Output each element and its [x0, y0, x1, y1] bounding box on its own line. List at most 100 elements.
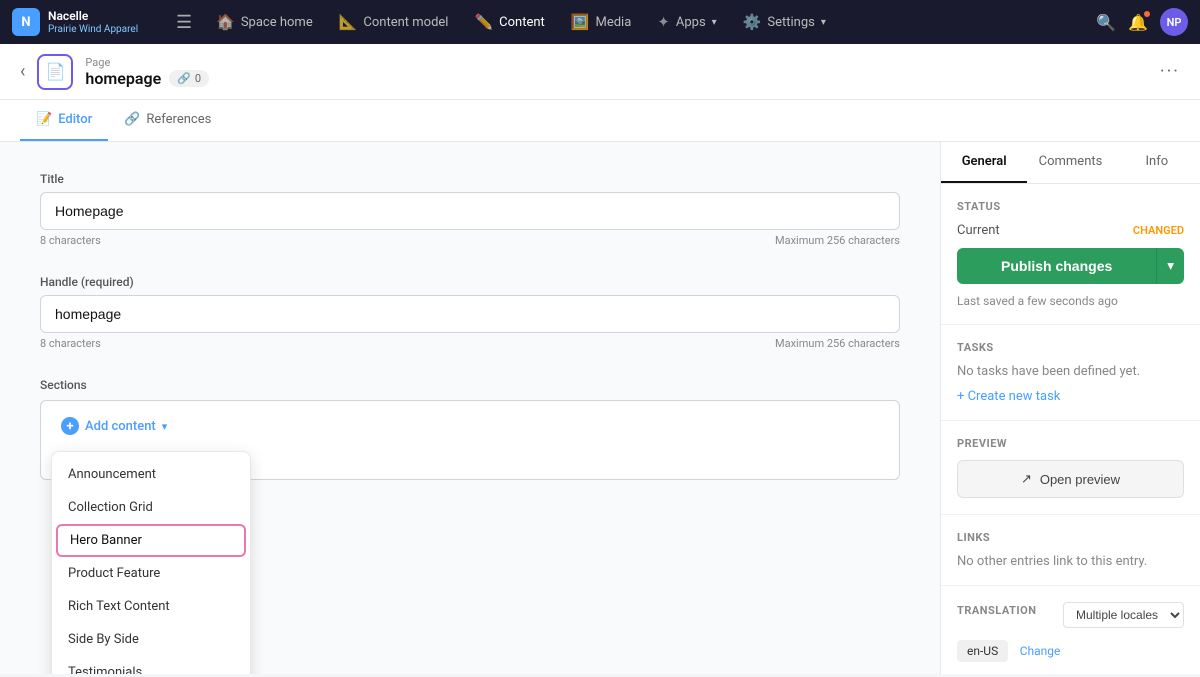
add-content-label: Add content	[85, 419, 156, 434]
publish-caret-button[interactable]: ▾	[1156, 248, 1184, 284]
panel-tab-general[interactable]: General	[941, 142, 1027, 183]
dropdown-item-testimonials[interactable]: Testimonials	[52, 656, 250, 674]
sections-field-group: Sections + Add content ▾ Announcement Co…	[40, 378, 900, 480]
open-preview-button[interactable]: ↗ Open preview	[957, 460, 1184, 498]
link-icon: 🔗	[177, 72, 191, 85]
tab-editor-label: Editor	[58, 112, 92, 127]
title-input[interactable]	[40, 192, 900, 230]
avatar[interactable]: NP	[1160, 8, 1188, 36]
open-preview-label: Open preview	[1040, 472, 1120, 487]
links-section: LINKS No other entries link to this entr…	[941, 515, 1200, 586]
badge-count: 0	[195, 72, 201, 85]
nav-item-content-model[interactable]: 📐 Content model	[327, 7, 461, 37]
links-empty-text: No other entries link to this entry.	[957, 554, 1184, 569]
handle-max-chars: Maximum 256 characters	[775, 337, 900, 350]
translation-select[interactable]: Multiple locales	[1063, 602, 1184, 628]
page-title-row: homepage 🔗 0	[85, 69, 209, 88]
back-button[interactable]: ‹	[20, 61, 25, 82]
editor-tab-icon: 📝	[36, 112, 52, 127]
dropdown-item-announcement[interactable]: Announcement	[52, 458, 250, 491]
publish-btn-row: Publish changes ▾	[957, 248, 1184, 284]
nav-label-content: Content	[499, 15, 545, 30]
handle-label: Handle (required)	[40, 275, 900, 289]
title-char-count: 8 characters	[40, 234, 101, 247]
panel-tab-info[interactable]: Info	[1114, 142, 1200, 183]
nav-item-space-home[interactable]: 🏠 Space home	[204, 7, 325, 37]
notifications-icon[interactable]: 🔔	[1128, 13, 1148, 32]
dropdown-item-hero-banner[interactable]: Hero Banner	[56, 524, 246, 557]
tab-editor[interactable]: 📝 Editor	[20, 100, 108, 141]
translation-section-title: TRANSLATION	[957, 604, 1036, 617]
current-label: Current	[957, 223, 1000, 238]
panel-tab-comments[interactable]: Comments	[1027, 142, 1113, 183]
dropdown-item-collection-grid[interactable]: Collection Grid	[52, 491, 250, 524]
preview-section: PREVIEW ↗ Open preview	[941, 421, 1200, 515]
brand: N Nacelle Prairie Wind Apparel	[12, 8, 172, 36]
links-section-title: LINKS	[957, 531, 1184, 544]
dropdown-item-side-by-side[interactable]: Side By Side	[52, 623, 250, 656]
add-content-caret-icon: ▾	[162, 420, 168, 433]
handle-input[interactable]	[40, 295, 900, 333]
nav-items: 🏠 Space home 📐 Content model ✏️ Content …	[204, 7, 1092, 37]
page-meta: Page homepage 🔗 0	[85, 56, 209, 88]
title-meta: 8 characters Maximum 256 characters	[40, 234, 900, 247]
brand-name: Nacelle	[48, 9, 138, 23]
nav-item-media[interactable]: 🖼️ Media	[559, 7, 644, 37]
tab-references-label: References	[146, 112, 211, 127]
add-content-dropdown: Announcement Collection Grid Hero Banner…	[51, 451, 251, 674]
sections-label: Sections	[40, 378, 900, 392]
handle-meta: 8 characters Maximum 256 characters	[40, 337, 900, 350]
translation-section: TRANSLATION Multiple locales en-US Chang…	[941, 586, 1200, 674]
apps-icon: ✦	[657, 13, 670, 31]
brand-icon: N	[12, 8, 40, 36]
brand-sub: Prairie Wind Apparel	[48, 24, 138, 35]
dropdown-item-product-feature[interactable]: Product Feature	[52, 557, 250, 590]
nav-item-settings[interactable]: ⚙️ Settings ▾	[731, 7, 838, 37]
status-row: Current CHANGED	[957, 223, 1184, 238]
apps-caret-icon: ▾	[712, 17, 717, 28]
nav-item-content[interactable]: ✏️ Content	[462, 7, 556, 37]
nav-label-space-home: Space home	[241, 15, 313, 30]
tab-references[interactable]: 🔗 References	[108, 100, 227, 141]
panel-tabs: General Comments Info	[941, 142, 1200, 184]
notification-dot	[1143, 10, 1151, 18]
search-icon[interactable]: 🔍	[1096, 13, 1116, 32]
saved-text: Last saved a few seconds ago	[957, 294, 1184, 308]
title-max-chars: Maximum 256 characters	[775, 234, 900, 247]
nav-label-apps: Apps	[676, 15, 706, 30]
changed-badge: CHANGED	[1133, 224, 1184, 237]
preview-section-title: PREVIEW	[957, 437, 1184, 450]
nav-label-content-model: Content model	[363, 15, 448, 30]
dropdown-item-rich-text-content[interactable]: Rich Text Content	[52, 590, 250, 623]
page-icon: 📄	[37, 54, 73, 90]
top-nav: N Nacelle Prairie Wind Apparel ☰ 🏠 Space…	[0, 0, 1200, 44]
status-section-title: STATUS	[957, 200, 1184, 213]
publish-button[interactable]: Publish changes	[957, 248, 1156, 284]
title-field-group: Title 8 characters Maximum 256 character…	[40, 172, 900, 247]
media-icon: 🖼️	[571, 13, 590, 31]
status-section: STATUS Current CHANGED Publish changes ▾…	[941, 184, 1200, 325]
locale-row: en-US Change	[957, 640, 1184, 662]
more-options-button[interactable]: ···	[1160, 61, 1180, 82]
handle-char-count: 8 characters	[40, 337, 101, 350]
preview-icon: ↗	[1021, 471, 1032, 487]
translation-row: TRANSLATION Multiple locales	[957, 602, 1184, 628]
page-header: ‹ 📄 Page homepage 🔗 0 ···	[0, 44, 1200, 100]
create-task-button[interactable]: + Create new task	[957, 389, 1184, 404]
page-type-label: Page	[85, 56, 209, 69]
locale-badge: en-US	[957, 640, 1008, 662]
sections-box: + Add content ▾ Announcement Collection …	[40, 400, 900, 480]
nav-right: 🔍 🔔 NP	[1096, 8, 1188, 36]
hamburger-icon[interactable]: ☰	[176, 12, 192, 33]
tabs-row: 📝 Editor 🔗 References	[0, 100, 1200, 142]
page-badge: 🔗 0	[169, 70, 209, 87]
add-content-button[interactable]: + Add content ▾	[51, 411, 177, 441]
page-name: homepage	[85, 69, 161, 88]
content-icon: ✏️	[474, 13, 493, 31]
tasks-section-title: TASKS	[957, 341, 1184, 354]
change-locale-link[interactable]: Change	[1020, 644, 1061, 658]
nav-item-apps[interactable]: ✦ Apps ▾	[645, 7, 728, 37]
content-model-icon: 📐	[339, 13, 358, 31]
tasks-section: TASKS No tasks have been defined yet. + …	[941, 325, 1200, 421]
home-icon: 🏠	[216, 13, 235, 31]
